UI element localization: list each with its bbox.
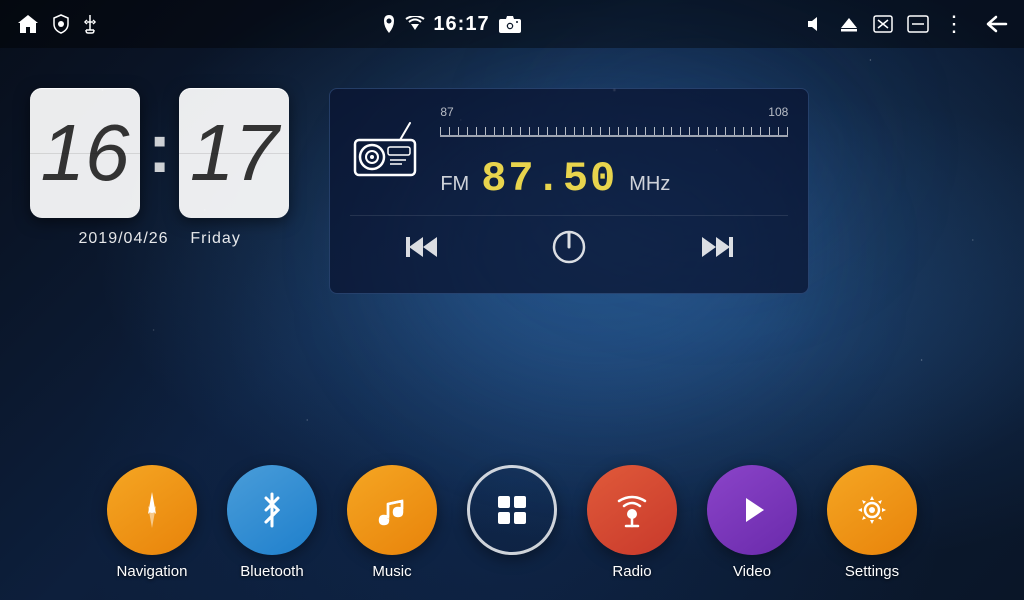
app-home[interactable] — [467, 465, 557, 580]
clock-minute: 17 — [190, 113, 279, 193]
bluetooth-label: Bluetooth — [240, 563, 303, 580]
status-time: 16:17 — [433, 13, 489, 36]
radio-widget: 87 108 — [329, 88, 809, 294]
minus-icon[interactable] — [907, 15, 929, 33]
back-icon[interactable] — [980, 13, 1008, 35]
app-bluetooth[interactable]: Bluetooth — [227, 465, 317, 580]
settings-icon[interactable] — [827, 465, 917, 555]
camera-icon[interactable] — [498, 14, 522, 34]
app-navigation[interactable]: Navigation — [107, 465, 197, 580]
settings-label: Settings — [845, 563, 899, 580]
app-video[interactable]: Video — [707, 465, 797, 580]
clock-hour-card: 16 — [30, 88, 140, 218]
eject-icon[interactable] — [839, 15, 859, 33]
volume-icon[interactable] — [805, 15, 825, 33]
freq-scale-labels: 87 108 — [440, 105, 788, 119]
status-left-icons — [16, 13, 98, 35]
status-center: 16:17 — [381, 13, 521, 36]
prev-button[interactable] — [393, 229, 453, 272]
video-icon[interactable] — [707, 465, 797, 555]
bluetooth-icon[interactable] — [227, 465, 317, 555]
music-label: Music — [372, 563, 411, 580]
app-settings[interactable]: Settings — [827, 465, 917, 580]
freq-scale-bar — [440, 135, 788, 137]
frequency-value: 87.50 — [481, 155, 617, 203]
home-grid-icon[interactable] — [467, 465, 557, 555]
clock-colon: : — [148, 108, 171, 188]
freq-scale — [440, 123, 788, 147]
clock-date: 2019/04/26 Friday — [79, 230, 241, 248]
clock-widget: 16 : 17 2019/04/26 Friday — [30, 88, 289, 248]
home-icon[interactable] — [16, 13, 40, 35]
radio-frequency-display: 87 108 — [440, 105, 788, 203]
wifi-icon — [405, 16, 425, 32]
music-icon[interactable] — [347, 465, 437, 555]
close-icon[interactable] — [873, 15, 893, 33]
freq-ticks — [440, 127, 788, 135]
freq-value-row: FM 87.50 MHz — [440, 155, 788, 203]
clock-hour: 16 — [41, 113, 130, 193]
navigation-icon[interactable] — [107, 465, 197, 555]
band-label: FM — [440, 173, 469, 196]
video-label: Video — [733, 563, 771, 580]
radio-controls — [350, 215, 788, 277]
location-icon — [381, 14, 397, 34]
main-content: 16 : 17 2019/04/26 Friday — [0, 48, 1024, 314]
radio-label: Radio — [612, 563, 651, 580]
app-radio[interactable]: Radio — [587, 465, 677, 580]
app-dock: Navigation Bluetooth M — [0, 465, 1024, 580]
radio-app-icon[interactable] — [587, 465, 677, 555]
clock-minute-card: 17 — [179, 88, 289, 218]
radio-top: 87 108 — [350, 105, 788, 203]
shield-icon — [52, 14, 70, 34]
navigation-label: Navigation — [117, 563, 188, 580]
status-bar: 16:17 — [0, 0, 1024, 48]
clock-digits: 16 : 17 — [30, 88, 289, 218]
next-button[interactable] — [686, 229, 746, 272]
usb-icon — [82, 14, 98, 34]
app-music[interactable]: Music — [347, 465, 437, 580]
unit-label: MHz — [629, 173, 670, 196]
power-button[interactable] — [538, 224, 600, 277]
status-right-icons: ⋮ — [805, 13, 1008, 35]
radio-icon — [350, 120, 420, 189]
more-icon[interactable]: ⋮ — [943, 13, 966, 35]
